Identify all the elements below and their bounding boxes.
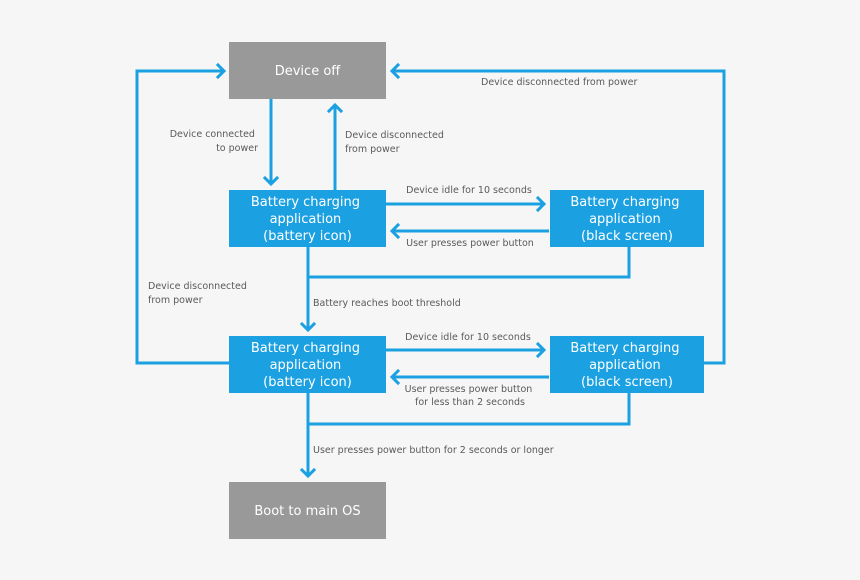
node-line: Battery charging — [570, 341, 679, 356]
node-device-off: Device off — [229, 42, 386, 99]
node-line: Battery charging — [251, 195, 360, 210]
node-boot-main-os: Boot to main OS — [229, 482, 386, 539]
edge-power-button-1 — [389, 222, 549, 240]
edge-disconnected-up — [326, 102, 344, 190]
edge-idle-1 — [386, 195, 547, 213]
node-line: application — [589, 358, 661, 373]
label-boot-threshold: Battery reaches boot threshold — [313, 298, 461, 309]
node-line: Battery charging — [251, 341, 360, 356]
label-idle-1: Device idle for 10 seconds — [406, 185, 532, 196]
node-line: (black screen) — [581, 375, 673, 390]
node-charging-battery-icon-1: Battery charging application (battery ic… — [229, 190, 386, 247]
label-idle-2: Device idle for 10 seconds — [405, 332, 531, 343]
node-line: (battery icon) — [263, 229, 352, 244]
node-charging-battery-icon-2: Battery charging application (battery ic… — [229, 336, 386, 393]
edge-disconnected-left — [135, 62, 230, 365]
node-label: Device off — [275, 64, 342, 79]
label-power-button-long: User presses power button for 2 seconds … — [313, 445, 554, 456]
node-line: application — [270, 212, 342, 227]
node-line: Battery charging — [570, 195, 679, 210]
node-line: (black screen) — [581, 229, 673, 244]
edge-connected-to-power — [262, 99, 280, 187]
label-disconnected-right: Device disconnected from power — [481, 77, 637, 88]
edge-boot-threshold — [299, 247, 631, 333]
label-connected-to-power: Device connected to power — [170, 129, 258, 154]
label-power-button-1: User presses power button — [406, 238, 534, 249]
label-disconnected-left: Device disconnected from power — [148, 281, 250, 306]
label-power-button-short: User presses power button for less than … — [405, 384, 536, 408]
node-label: Boot to main OS — [254, 504, 360, 519]
node-charging-black-screen-1: Battery charging application (black scre… — [550, 190, 704, 247]
node-line: application — [589, 212, 661, 227]
node-charging-black-screen-2: Battery charging application (black scre… — [550, 336, 704, 393]
state-diagram: Device off Battery charging application … — [135, 42, 726, 539]
label-disconnected-up: Device disconnected from power — [345, 130, 447, 155]
node-line: application — [270, 358, 342, 373]
node-line: (battery icon) — [263, 375, 352, 390]
edge-idle-2 — [386, 341, 547, 359]
edge-power-button-short — [389, 368, 549, 386]
